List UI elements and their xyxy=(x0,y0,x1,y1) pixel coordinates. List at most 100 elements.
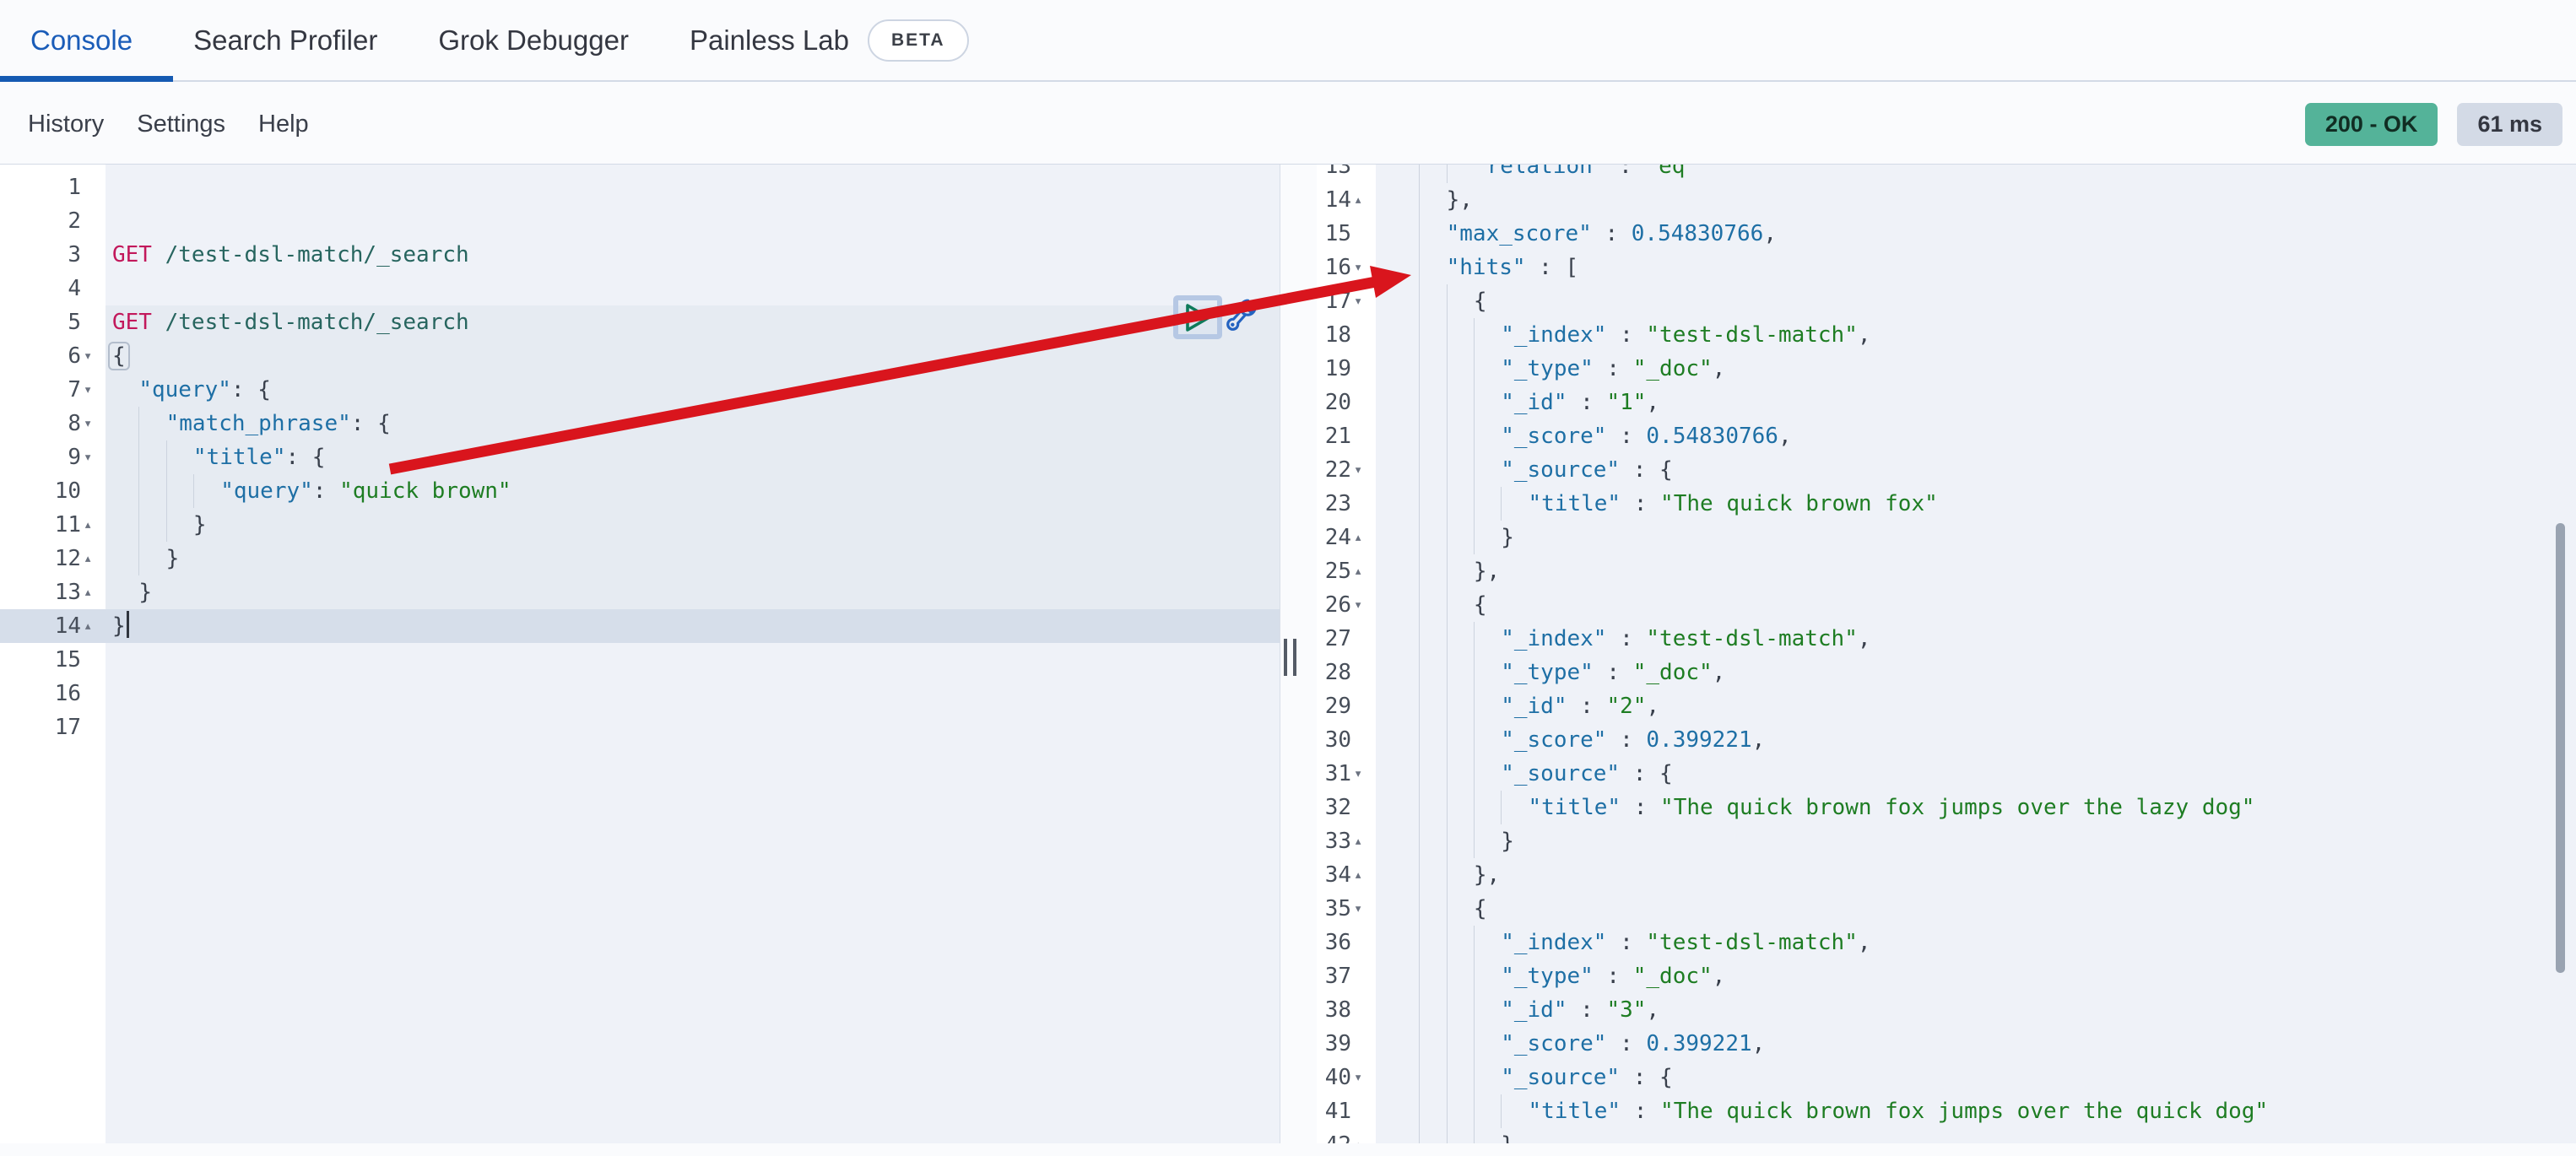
indent-guide xyxy=(1447,622,1474,656)
panel-splitter-handle[interactable] xyxy=(1284,639,1301,676)
indent-guide xyxy=(1474,723,1501,757)
code-line: 23 "title" : "The quick brown fox" xyxy=(1317,487,2576,521)
line-number: 14▴ xyxy=(0,609,106,643)
indent-guide xyxy=(1474,959,1501,993)
code-line: 11▴ } xyxy=(0,508,1280,542)
indent-guide xyxy=(1419,1061,1446,1094)
code-line: 17▾ { xyxy=(1317,284,2576,318)
fold-toggle-icon[interactable]: ▾ xyxy=(1351,453,1376,487)
tab-painless-lab[interactable]: Painless Lab xyxy=(690,24,849,57)
line-number: 13▴ xyxy=(0,575,106,609)
indent-guide xyxy=(1419,386,1446,419)
fold-toggle-icon[interactable]: ▴ xyxy=(1351,824,1376,858)
indent-guide xyxy=(1447,993,1474,1027)
indent-guide xyxy=(138,474,165,508)
fold-toggle-icon[interactable]: ▾ xyxy=(1351,251,1376,284)
line-number: 39 xyxy=(1317,1027,1376,1061)
indent-guide xyxy=(1474,419,1501,453)
fold-toggle-icon[interactable]: ▾ xyxy=(81,339,106,373)
fold-toggle-icon[interactable]: ▴ xyxy=(1351,858,1376,892)
indent-guide xyxy=(1419,419,1446,453)
indent-guide xyxy=(1474,1061,1501,1094)
indent-guide xyxy=(1447,521,1474,554)
fold-toggle-icon[interactable]: ▴ xyxy=(81,542,106,575)
indent-guide xyxy=(1474,521,1501,554)
indent-guide xyxy=(1419,689,1446,723)
fold-toggle-icon[interactable]: ▴ xyxy=(1351,554,1376,588)
code-line: 41 "title" : "The quick brown fox jumps … xyxy=(1317,1094,2576,1128)
indent-guide xyxy=(1447,284,1474,318)
code-line: 30 "_score" : 0.399221, xyxy=(1317,723,2576,757)
request-settings-wrench-icon[interactable] xyxy=(1219,294,1263,343)
line-number: 7▾ xyxy=(0,373,106,407)
code-line: 13▴ } xyxy=(0,575,1280,609)
indent-guide xyxy=(1447,352,1474,386)
code-line: 39 "_score" : 0.399221, xyxy=(1317,1027,2576,1061)
indent-guide xyxy=(1447,1094,1474,1128)
indent-guide xyxy=(1474,926,1501,959)
line-number: 35▾ xyxy=(1317,892,1376,926)
tab-console[interactable]: Console xyxy=(30,24,133,57)
indent-guide xyxy=(1447,1027,1474,1061)
indent-guide xyxy=(1447,689,1474,723)
line-number: 14▴ xyxy=(1317,183,1376,217)
tab-search-profiler[interactable]: Search Profiler xyxy=(193,24,377,57)
indent-guide xyxy=(1447,723,1474,757)
fold-toggle-icon[interactable]: ▴ xyxy=(81,609,106,643)
menu-item-settings[interactable]: Settings xyxy=(137,111,225,138)
code-line: 1 xyxy=(0,170,1280,204)
request-editor[interactable]: 123GET /test-dsl-match/_search45GET /tes… xyxy=(0,165,1280,1143)
fold-toggle-icon[interactable]: ▴ xyxy=(1351,521,1376,554)
fold-toggle-icon[interactable]: ▴ xyxy=(81,508,106,542)
fold-toggle-icon[interactable]: ▾ xyxy=(1351,1061,1376,1094)
indent-guide xyxy=(1419,183,1446,217)
line-number: 12▴ xyxy=(0,542,106,575)
send-request-play-icon[interactable] xyxy=(1183,302,1214,334)
menu-item-help[interactable]: Help xyxy=(258,111,309,138)
indent-guide xyxy=(1419,352,1446,386)
fold-toggle-icon[interactable]: ▾ xyxy=(1351,757,1376,791)
indent-guide xyxy=(1419,622,1446,656)
fold-toggle-icon[interactable]: ▾ xyxy=(1351,892,1376,926)
indent-guide xyxy=(1474,791,1501,824)
tab-grok-debugger[interactable]: Grok Debugger xyxy=(438,24,629,57)
response-viewer[interactable]: 13 "relation" : "eq"14▴ },15 "max_score"… xyxy=(1317,165,2576,1143)
indent-guide xyxy=(1419,453,1446,487)
code-line: 37 "_type" : "_doc", xyxy=(1317,959,2576,993)
indent-guide xyxy=(1447,419,1474,453)
fold-toggle-icon[interactable]: ▴ xyxy=(81,575,106,609)
line-number: 23 xyxy=(1317,487,1376,521)
fold-toggle-icon[interactable]: ▴ xyxy=(1351,183,1376,217)
indent-guide xyxy=(166,440,193,474)
code-line: 38 "_id" : "3", xyxy=(1317,993,2576,1027)
indent-guide xyxy=(1474,993,1501,1027)
dev-tools-tabs-bar: Console Search Profiler Grok Debugger Painl… xyxy=(0,0,2576,82)
response-scrollbar-thumb[interactable] xyxy=(2556,523,2565,973)
indent-guide xyxy=(1447,554,1474,588)
menu-item-history[interactable]: History xyxy=(28,111,104,138)
fold-toggle-icon[interactable]: ▾ xyxy=(1351,284,1376,318)
code-line: 25▴ }, xyxy=(1317,554,2576,588)
line-number: 28 xyxy=(1317,656,1376,689)
code-line: 5GET /test-dsl-match/_search xyxy=(0,305,1280,339)
code-line: 20 "_id" : "1", xyxy=(1317,386,2576,419)
fold-toggle-icon[interactable]: ▾ xyxy=(81,407,106,440)
code-line: 12▴ } xyxy=(0,542,1280,575)
indent-guide xyxy=(1474,1094,1501,1128)
code-line: 34▴ }, xyxy=(1317,858,2576,892)
code-line: 42▴ } xyxy=(1317,1128,2576,1143)
fold-toggle-icon[interactable]: ▾ xyxy=(81,440,106,474)
fold-toggle-icon[interactable]: ▾ xyxy=(1351,588,1376,622)
indent-guide xyxy=(1447,892,1474,926)
indent-guide xyxy=(1419,757,1446,791)
indent-guide xyxy=(1419,926,1446,959)
fold-toggle-icon[interactable]: ▴ xyxy=(1351,1128,1376,1143)
line-number: 36 xyxy=(1317,926,1376,959)
indent-guide xyxy=(138,508,165,542)
line-number: 33▴ xyxy=(1317,824,1376,858)
line-number: 32 xyxy=(1317,791,1376,824)
indent-guide xyxy=(1419,1128,1446,1143)
line-number: 20 xyxy=(1317,386,1376,419)
indent-guide xyxy=(1501,791,1528,824)
fold-toggle-icon[interactable]: ▾ xyxy=(81,373,106,407)
